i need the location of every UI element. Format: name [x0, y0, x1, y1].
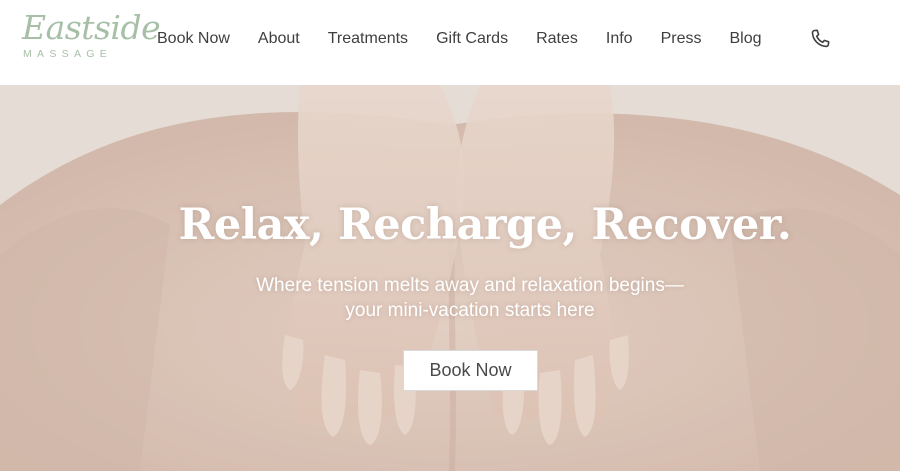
nav-gift-cards[interactable]: Gift Cards [436, 30, 508, 48]
hero-subtitle-line-1: Where tension melts away and relaxation … [256, 275, 684, 296]
nav-about[interactable]: About [258, 30, 300, 48]
nav-blog[interactable]: Blog [729, 30, 761, 48]
nav-rates[interactable]: Rates [536, 30, 578, 48]
site-header: Eastside MASSAGE Book Now About Treatmen… [0, 0, 900, 85]
hero-book-now-button[interactable]: Book Now [403, 350, 538, 391]
hero-section: Relax, Recharge, Recover. Where tension … [0, 85, 900, 471]
main-nav: Book Now About Treatments Gift Cards Rat… [157, 28, 762, 50]
logo-subtitle: MASSAGE [23, 48, 113, 60]
hero-title: Relax, Recharge, Recover. [178, 200, 792, 250]
nav-treatments[interactable]: Treatments [328, 30, 408, 48]
nav-press[interactable]: Press [661, 30, 702, 48]
phone-icon[interactable] [808, 27, 832, 51]
hero-subtitle-line-2: your mini-vacation starts here [345, 300, 595, 321]
nav-info[interactable]: Info [606, 30, 633, 48]
nav-book-now[interactable]: Book Now [157, 30, 230, 48]
logo-script-text: Eastside [22, 8, 161, 47]
site-logo[interactable]: Eastside MASSAGE [20, 8, 161, 64]
hero-subtitle: Where tension melts away and relaxation … [240, 273, 700, 323]
